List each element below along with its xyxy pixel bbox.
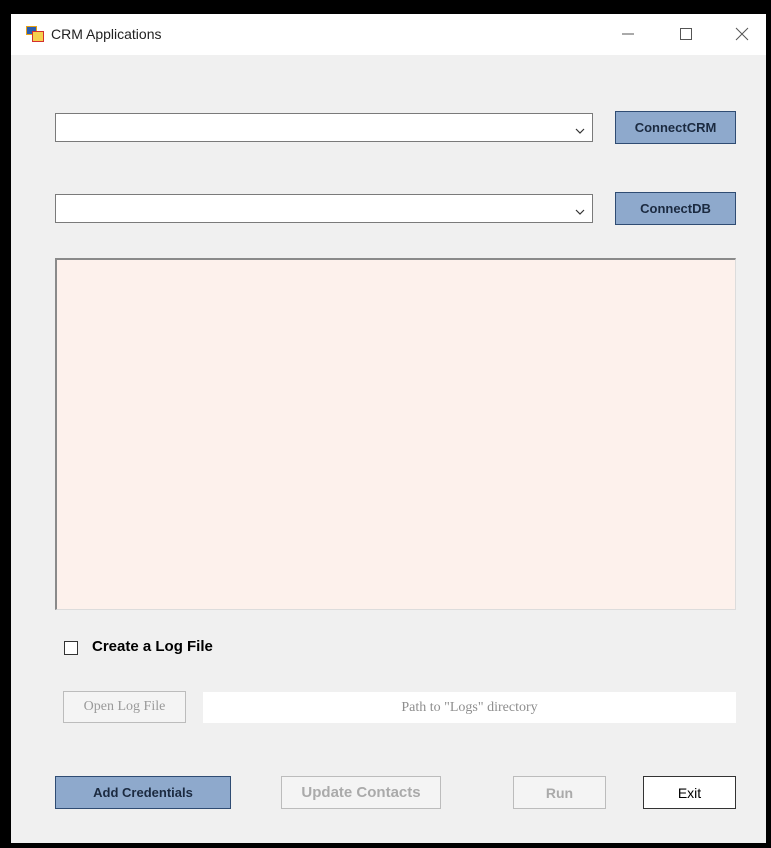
window-title: CRM Applications [51,26,162,42]
close-icon[interactable] [728,22,756,46]
db-select[interactable] [55,194,593,223]
update-contacts-button[interactable]: Update Contacts [281,776,441,809]
crm-select[interactable] [55,113,593,142]
connect-db-button[interactable]: ConnectDB [615,192,736,225]
create-log-file-checkbox[interactable] [64,641,78,655]
logs-path-field[interactable]: Path to "Logs" directory [203,692,736,723]
create-log-file-label[interactable]: Create a Log File [92,638,213,655]
open-log-file-button[interactable]: Open Log File [63,691,186,723]
app-window: CRM Applications ConnectCRM ConnectDB Cr… [11,14,766,843]
minimize-icon[interactable] [614,22,642,46]
maximize-icon[interactable] [672,22,700,46]
exit-button[interactable]: Exit [643,776,736,809]
log-output-textbox[interactable] [55,258,736,610]
chevron-down-icon[interactable] [574,204,586,215]
app-window-icon [26,26,44,42]
run-button[interactable]: Run [513,776,606,809]
add-credentials-button[interactable]: Add Credentials [55,776,231,809]
title-bar: CRM Applications [11,14,766,55]
chevron-down-icon[interactable] [574,123,586,134]
connect-crm-button[interactable]: ConnectCRM [615,111,736,144]
